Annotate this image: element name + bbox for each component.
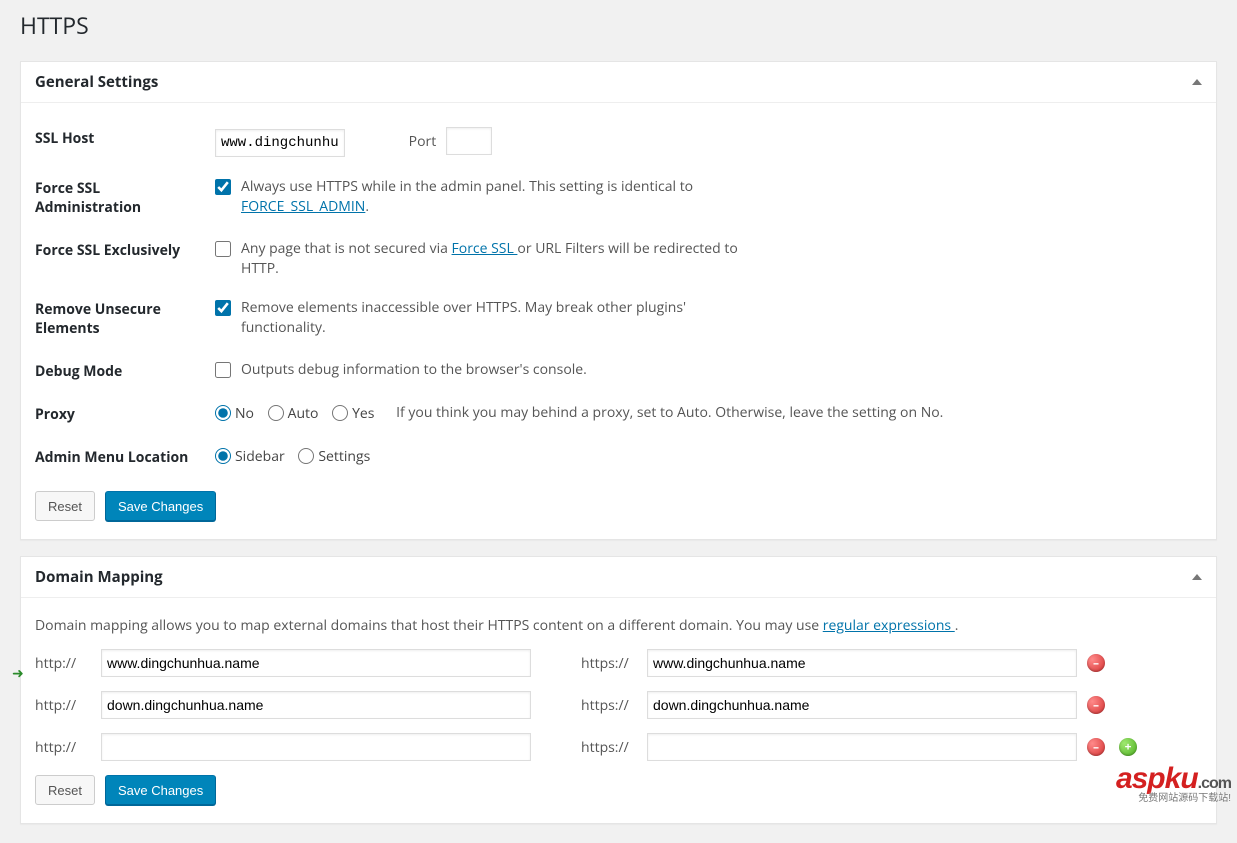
https-label: https:// (581, 696, 637, 715)
add-row-icon[interactable]: + (1119, 738, 1137, 756)
proxy-auto-label: Auto (288, 404, 319, 423)
save-button[interactable]: Save Changes (105, 491, 216, 521)
proxy-hint: If you think you may behind a proxy, set… (396, 403, 943, 422)
admin-menu-sidebar-radio[interactable] (215, 448, 231, 464)
panel-header[interactable]: General Settings (21, 62, 1216, 103)
remove-row-icon[interactable]: – (1087, 654, 1105, 672)
collapse-icon[interactable] (1192, 574, 1202, 580)
https-label: https:// (581, 738, 637, 757)
ssl-host-input[interactable] (215, 129, 345, 157)
ssl-host-label: SSL Host (35, 117, 215, 167)
force-ssl-excl-desc: Any page that is not secured via Force S… (241, 239, 761, 278)
proxy-no-radio[interactable] (215, 405, 231, 421)
cursor-arrow-icon: ➜ (12, 664, 24, 683)
force-ssl-excl-label: Force SSL Exclusively (35, 229, 215, 288)
proxy-no-label: No (235, 404, 254, 423)
domain-mapping-row: http:// https:// – (35, 649, 1202, 677)
https-domain-input[interactable] (647, 691, 1077, 719)
proxy-label: Proxy (35, 393, 215, 436)
panel-title: General Settings (35, 72, 158, 92)
general-settings-panel: General Settings SSL Host Port Force SSL… (20, 61, 1217, 540)
admin-menu-sidebar-label: Sidebar (235, 447, 285, 466)
domain-mapping-row: http:// https:// – + (35, 733, 1202, 761)
force-ssl-admin-desc: Always use HTTPS while in the admin pane… (241, 177, 761, 216)
remove-unsecure-label: Remove Unsecure Elements (35, 288, 215, 350)
force-ssl-link[interactable]: Force SSL (452, 239, 518, 258)
force-ssl-excl-checkbox[interactable] (215, 241, 231, 257)
collapse-icon[interactable] (1192, 79, 1202, 85)
force-ssl-admin-link[interactable]: FORCE_SSL_ADMIN (241, 197, 365, 216)
remove-row-icon[interactable]: – (1087, 738, 1105, 756)
http-domain-input[interactable] (101, 733, 531, 761)
domain-mapping-panel: Domain Mapping Domain mapping allows you… (20, 556, 1217, 824)
http-domain-input[interactable] (101, 691, 531, 719)
http-label: http:// (35, 738, 91, 757)
remove-unsecure-checkbox[interactable] (215, 300, 231, 316)
regex-link[interactable]: regular expressions (823, 616, 955, 635)
debug-mode-checkbox[interactable] (215, 362, 231, 378)
https-domain-input[interactable] (647, 649, 1077, 677)
force-ssl-admin-checkbox[interactable] (215, 179, 231, 195)
admin-menu-settings-label: Settings (318, 447, 370, 466)
remove-unsecure-desc: Remove elements inaccessible over HTTPS.… (241, 298, 761, 337)
save-button[interactable]: Save Changes (105, 775, 216, 805)
port-input[interactable] (446, 127, 492, 155)
proxy-auto-radio[interactable] (268, 405, 284, 421)
remove-row-icon[interactable]: – (1087, 696, 1105, 714)
proxy-yes-label: Yes (352, 404, 374, 423)
panel-title: Domain Mapping (35, 567, 163, 587)
domain-mapping-row: http:// https:// – (35, 691, 1202, 719)
admin-menu-label: Admin Menu Location (35, 436, 215, 479)
reset-button[interactable]: Reset (35, 775, 95, 805)
http-domain-input[interactable] (101, 649, 531, 677)
force-ssl-admin-label: Force SSL Administration (35, 167, 215, 229)
panel-header[interactable]: Domain Mapping (21, 557, 1216, 598)
debug-mode-desc: Outputs debug information to the browser… (241, 360, 587, 380)
proxy-yes-radio[interactable] (332, 405, 348, 421)
https-label: https:// (581, 654, 637, 673)
admin-menu-settings-radio[interactable] (298, 448, 314, 464)
domain-mapping-desc: Domain mapping allows you to map externa… (35, 612, 1202, 649)
debug-mode-label: Debug Mode (35, 350, 215, 393)
port-label: Port (409, 132, 437, 151)
https-domain-input[interactable] (647, 733, 1077, 761)
page-title: HTTPS (20, 0, 1217, 45)
http-label: http:// (35, 696, 91, 715)
reset-button[interactable]: Reset (35, 491, 95, 521)
http-label: http:// (35, 654, 91, 673)
